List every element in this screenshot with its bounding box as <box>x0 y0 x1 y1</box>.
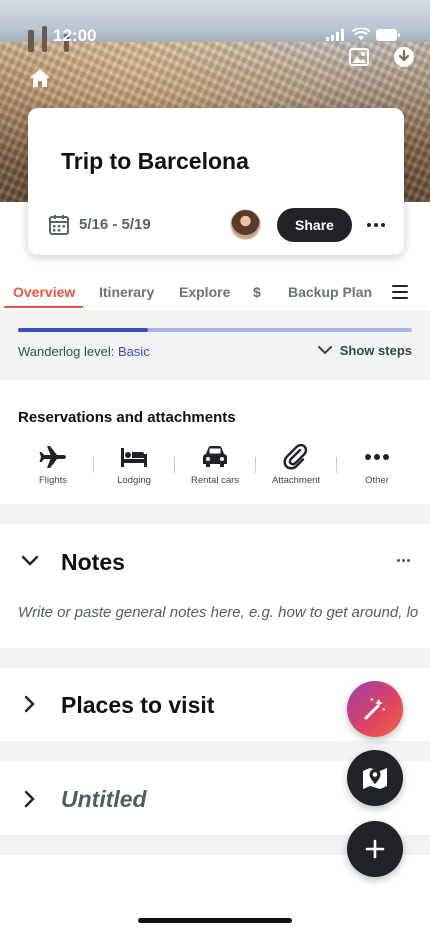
tab-backup-plan[interactable]: Backup Plan <box>288 284 372 300</box>
level-progress-fill <box>18 328 149 332</box>
tab-bar: Overview Itinerary Explore $ Backup Plan <box>0 274 430 310</box>
magic-wand-icon <box>364 697 386 720</box>
plus-icon <box>365 839 385 859</box>
status-icons <box>326 28 400 41</box>
tab-explore[interactable]: Explore <box>179 284 230 300</box>
trip-card: Trip to Barcelona 5/16 - 5/19 Share <box>28 108 404 255</box>
divider <box>336 457 337 473</box>
untitled-title[interactable]: Untitled <box>61 786 147 813</box>
map-icon <box>363 768 387 789</box>
active-tab-indicator <box>4 306 83 308</box>
share-button[interactable]: Share <box>277 208 352 242</box>
reservation-flights[interactable]: Flights <box>18 442 88 486</box>
tab-budget[interactable]: $ <box>253 284 261 300</box>
reservation-rental-cars[interactable]: Rental cars <box>180 442 250 486</box>
show-steps-label: Show steps <box>339 343 412 358</box>
add-button[interactable] <box>347 821 403 877</box>
divider <box>255 457 256 473</box>
reservations-section: Reservations and attachments Flights Lod… <box>0 380 430 504</box>
trip-title[interactable]: Trip to Barcelona <box>61 148 249 175</box>
section-divider <box>0 504 430 524</box>
reservation-label: Attachment <box>271 475 321 486</box>
more-icon-dot <box>374 223 378 227</box>
home-button[interactable] <box>25 63 55 93</box>
reservations-title: Reservations and attachments <box>18 409 236 426</box>
download-button[interactable] <box>389 42 419 72</box>
chevron-down-icon[interactable] <box>21 555 39 567</box>
more-icon <box>365 454 389 460</box>
notes-input[interactable]: Write or paste general notes here, e.g. … <box>18 604 418 621</box>
more-icon-dot <box>402 559 405 562</box>
reservation-lodging[interactable]: Lodging <box>99 442 169 486</box>
notes-more-button[interactable] <box>397 559 410 562</box>
home-icon <box>30 69 50 87</box>
change-cover-button[interactable] <box>344 42 374 72</box>
tab-itinerary[interactable]: Itinerary <box>99 284 154 300</box>
bed-icon <box>121 448 147 467</box>
chevron-right-icon[interactable] <box>24 695 36 713</box>
show-steps-button[interactable]: Show steps <box>317 343 412 358</box>
more-icon-dot <box>381 223 385 227</box>
more-icon <box>367 223 371 227</box>
level-prefix: Wanderlog level: <box>18 344 118 359</box>
trip-dates[interactable]: 5/16 - 5/19 <box>79 216 151 233</box>
divider <box>174 457 175 473</box>
trip-more-button[interactable] <box>364 216 388 234</box>
wifi-icon <box>352 28 370 40</box>
car-icon <box>203 446 227 467</box>
reservation-attachment[interactable]: Attachment <box>261 442 331 486</box>
reservation-label: Rental cars <box>190 475 240 486</box>
wanderlog-level-section: Wanderlog level: Basic Show steps <box>0 310 430 380</box>
home-indicator <box>138 918 292 923</box>
chevron-down-icon <box>317 346 332 355</box>
divider <box>93 457 94 473</box>
download-icon <box>394 47 414 67</box>
image-icon <box>349 48 369 66</box>
reservation-label: Lodging <box>117 475 151 486</box>
places-title[interactable]: Places to visit <box>61 692 214 719</box>
notes-section: Notes Write or paste general notes here,… <box>0 524 430 648</box>
status-time: 12:00 <box>53 26 97 45</box>
reservation-label: Flights <box>39 475 67 486</box>
reservation-label: Other <box>365 475 389 486</box>
level-value[interactable]: Basic <box>118 344 150 359</box>
ai-assist-button[interactable] <box>347 681 403 737</box>
section-divider <box>0 648 430 668</box>
level-progress-bar <box>18 328 412 332</box>
tab-overview[interactable]: Overview <box>13 284 75 300</box>
signal-icon <box>326 28 344 41</box>
reservation-other[interactable]: Other <box>342 442 412 486</box>
notes-title[interactable]: Notes <box>61 549 125 576</box>
map-button[interactable] <box>347 750 403 806</box>
calendar-icon <box>49 215 69 235</box>
chevron-right-icon[interactable] <box>24 790 36 808</box>
more-icon <box>397 559 400 562</box>
paperclip-icon <box>283 444 308 470</box>
menu-icon[interactable] <box>392 285 408 299</box>
airplane-icon <box>39 446 66 468</box>
wanderlog-level: Wanderlog level: Basic <box>18 344 150 359</box>
avatar[interactable] <box>230 209 261 240</box>
battery-icon <box>376 28 400 41</box>
more-icon-dot <box>407 559 410 562</box>
